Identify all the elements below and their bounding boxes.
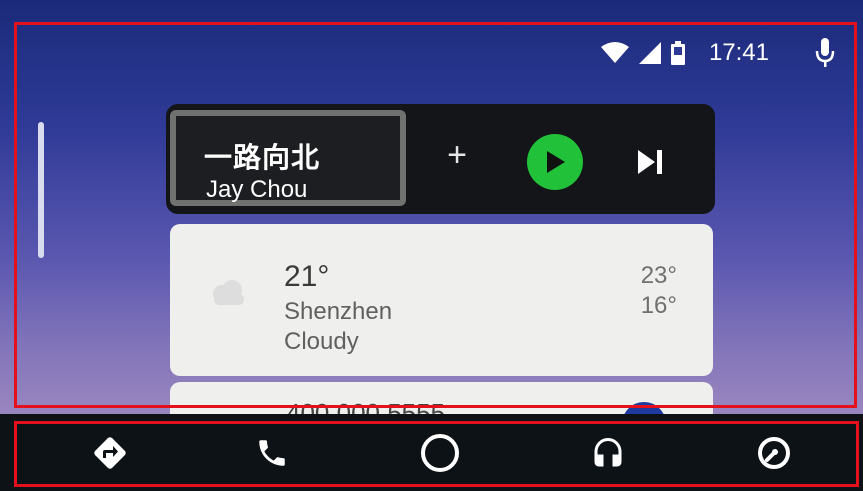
nav-button-exit[interactable]	[751, 430, 797, 476]
home-circle-icon	[421, 434, 459, 472]
bottom-navigation-bar	[0, 414, 863, 491]
scroll-indicator[interactable]	[38, 122, 44, 258]
home-feed: 17:41 一路向北 Jay Chou + 21° Shenzhen Cloud…	[0, 0, 863, 414]
status-bar: 17:41	[600, 38, 845, 68]
nav-button-music[interactable]	[585, 430, 631, 476]
now-playing-track[interactable]: 一路向北 Jay Chou	[170, 110, 406, 206]
cloud-icon	[208, 278, 248, 308]
weather-card[interactable]: 21° Shenzhen Cloudy 23° 16°	[170, 224, 713, 376]
weather-city: Shenzhen	[284, 298, 393, 325]
track-artist: Jay Chou	[206, 176, 308, 203]
play-button[interactable]	[527, 134, 583, 190]
media-card[interactable]: 一路向北 Jay Chou +	[166, 104, 715, 214]
nav-button-navigation[interactable]	[87, 430, 133, 476]
battery-icon	[670, 41, 685, 65]
current-temperature: 21°	[284, 260, 330, 293]
status-time: 17:41	[708, 39, 769, 66]
skip-next-button[interactable]	[636, 148, 666, 176]
weather-condition: Cloudy	[284, 328, 359, 355]
cell-signal-icon	[638, 42, 661, 64]
nav-button-home[interactable]	[417, 430, 463, 476]
microphone-icon[interactable]	[815, 38, 835, 68]
play-icon	[547, 151, 565, 173]
track-title: 一路向北	[204, 142, 321, 173]
wifi-icon	[600, 42, 629, 64]
exit-icon	[758, 437, 790, 469]
high-temperature: 23°	[640, 262, 677, 289]
headphones-icon	[594, 438, 622, 467]
low-temperature: 16°	[640, 292, 677, 319]
nav-button-phone[interactable]	[249, 430, 295, 476]
skip-next-icon	[638, 150, 662, 174]
phone-icon	[259, 440, 285, 466]
contact-card[interactable]: 400 000 5555	[170, 382, 713, 414]
directions-icon	[94, 437, 126, 469]
contact-number: 400 000 5555	[286, 398, 446, 414]
add-to-library-button[interactable]: +	[442, 138, 472, 172]
android-auto-screen: 17:41 一路向北 Jay Chou + 21° Shenzhen Cloud…	[0, 0, 863, 491]
avatar	[622, 402, 666, 414]
